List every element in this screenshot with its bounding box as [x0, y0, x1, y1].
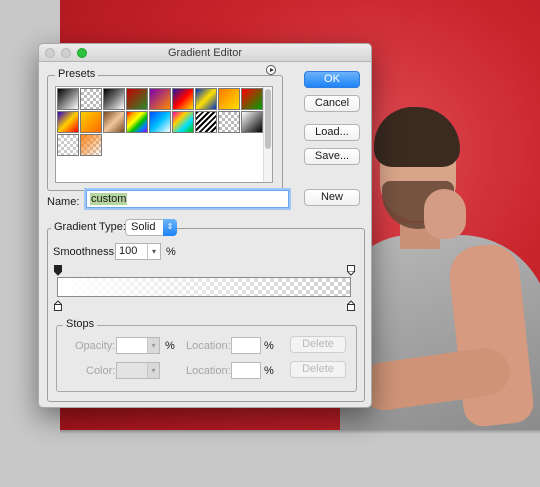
titlebar[interactable]: Gradient Editor [39, 44, 371, 62]
preset-swatch[interactable] [57, 88, 79, 110]
smoothness-value: 100 [119, 245, 138, 257]
presets-label: Presets [55, 68, 99, 80]
stops-label: Stops [63, 318, 98, 330]
opacity-label: Opacity: [75, 340, 116, 352]
opacity-field[interactable]: ▾ [116, 337, 160, 354]
presets-scrollbar[interactable] [263, 87, 272, 182]
preset-swatch[interactable] [172, 111, 194, 133]
close-window-button[interactable] [45, 48, 55, 58]
preset-swatch[interactable] [80, 111, 102, 133]
minimize-window-button[interactable] [61, 48, 71, 58]
preset-swatch[interactable] [80, 88, 102, 110]
save-button[interactable]: Save... [304, 148, 360, 165]
preset-swatch[interactable] [149, 111, 171, 133]
smoothness-unit: % [166, 246, 176, 258]
preset-swatch[interactable] [218, 88, 240, 110]
chevron-down-icon[interactable]: ▾ [147, 363, 159, 378]
ok-button[interactable]: OK [304, 71, 360, 88]
opacity-stop-right[interactable] [347, 265, 355, 276]
delete-opacity-stop-button[interactable]: Delete [290, 336, 346, 353]
preset-swatch[interactable] [241, 88, 263, 110]
color-location-field[interactable] [231, 362, 261, 379]
color-location-unit: % [264, 365, 274, 377]
zoom-window-button[interactable] [77, 48, 87, 58]
gradient-type-label: Gradient Type: [51, 221, 129, 233]
presets-group: Presets [47, 68, 283, 191]
color-stop-left[interactable] [54, 300, 62, 311]
chevron-down-icon[interactable]: ▾ [147, 338, 159, 353]
preset-swatch[interactable] [103, 88, 125, 110]
gradient-preview-bar[interactable] [57, 277, 351, 297]
new-button[interactable]: New [304, 189, 360, 206]
dialog-title: Gradient Editor [168, 47, 242, 59]
gradient-type-value: Solid [131, 221, 156, 233]
circle-arrow-right-icon[interactable] [266, 65, 276, 75]
presets-swatch-list [55, 86, 273, 183]
window-controls [45, 48, 87, 58]
color-field[interactable]: ▾ [116, 362, 160, 379]
color-location-label: Location: [186, 365, 231, 377]
opacity-unit: % [165, 340, 175, 352]
gradient-type-select[interactable]: Solid ⇕ [125, 219, 177, 236]
preset-swatch[interactable] [57, 134, 79, 156]
preset-swatch[interactable] [80, 134, 102, 156]
photo-person [340, 85, 540, 430]
opacity-location-label: Location: [186, 340, 231, 352]
opacity-stop-left[interactable] [54, 265, 62, 276]
delete-color-stop-button[interactable]: Delete [290, 361, 346, 378]
preset-swatch[interactable] [149, 88, 171, 110]
preset-swatch[interactable] [57, 111, 79, 133]
preset-swatch[interactable] [126, 88, 148, 110]
smoothness-label: Smoothness: [53, 246, 118, 258]
chevron-down-icon[interactable]: ▾ [147, 244, 160, 259]
name-label: Name: [47, 196, 80, 208]
opacity-location-unit: % [264, 340, 274, 352]
gradient-editor-dialog: Gradient Editor OK Cancel Load... Save..… [38, 43, 372, 408]
color-label: Color: [86, 365, 116, 377]
cancel-button[interactable]: Cancel [304, 95, 360, 112]
preset-swatch[interactable] [126, 111, 148, 133]
preset-swatch[interactable] [218, 111, 240, 133]
preset-swatch[interactable] [103, 111, 125, 133]
canvas-shadow [60, 430, 540, 434]
updown-chevron-icon: ⇕ [163, 219, 177, 236]
preset-swatch[interactable] [195, 111, 217, 133]
load-button[interactable]: Load... [304, 124, 360, 141]
preset-swatch[interactable] [241, 111, 263, 133]
smoothness-combo[interactable]: 100 ▾ [115, 243, 161, 260]
opacity-location-field[interactable] [231, 337, 261, 354]
color-stop-right[interactable] [347, 300, 355, 311]
name-field[interactable]: custom [86, 190, 289, 208]
name-value: custom [90, 193, 128, 205]
presets-scroll-thumb[interactable] [265, 89, 271, 149]
preset-swatch[interactable] [195, 88, 217, 110]
preset-swatch[interactable] [172, 88, 194, 110]
